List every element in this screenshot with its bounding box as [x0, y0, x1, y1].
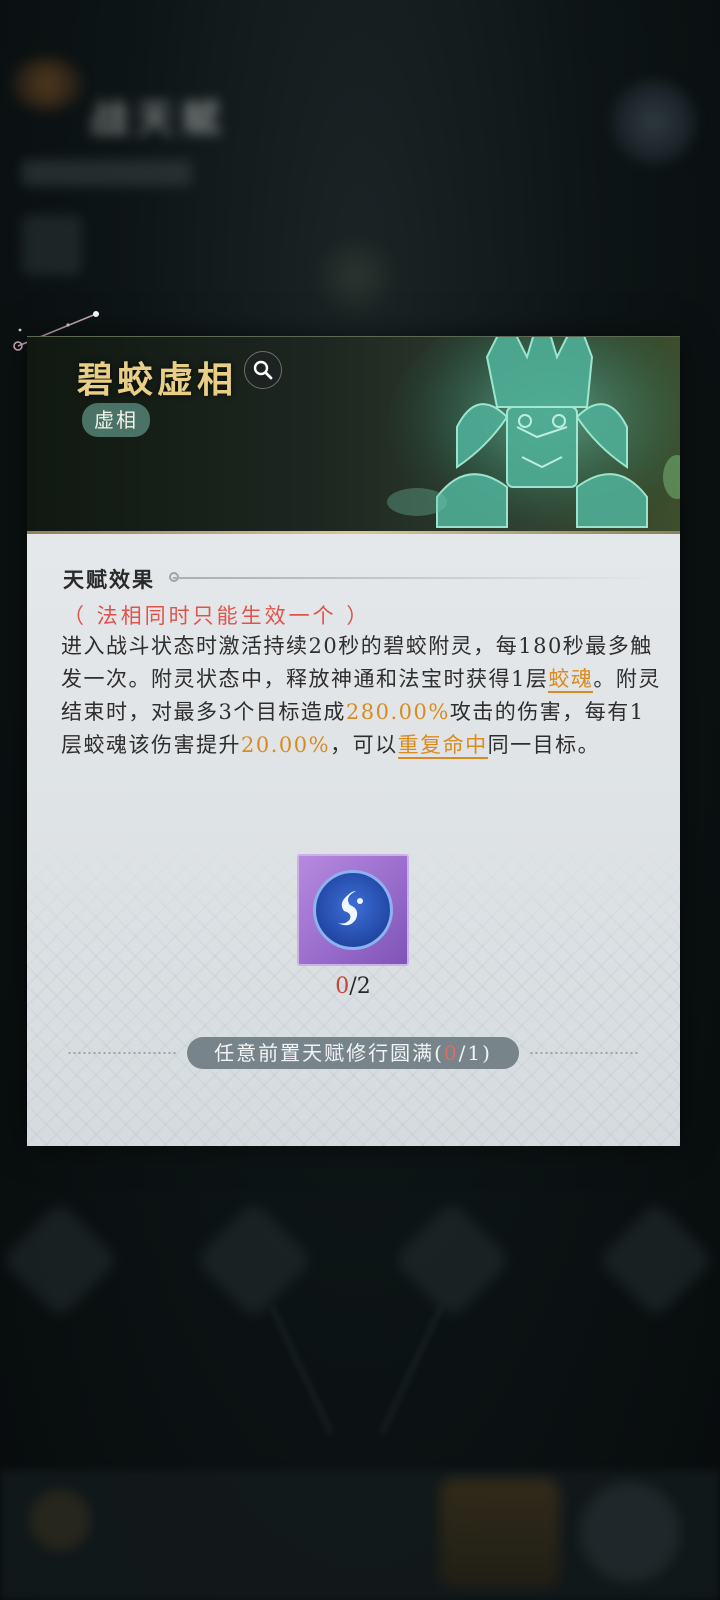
progress-count: 0/2	[297, 974, 409, 999]
jiaohun-link[interactable]: 蛟魂	[548, 667, 594, 693]
blurred-node-icon	[316, 236, 396, 316]
progress-total: /2	[349, 974, 371, 999]
panel-body: 天赋效果 （ 法相同时只能生效一个 ） 进入战斗状态时激活持续20秒的碧蛟附灵，…	[27, 534, 680, 1146]
blurred-bottom-button	[440, 1478, 560, 1588]
search-icon	[253, 360, 273, 380]
search-button[interactable]	[244, 351, 282, 389]
requirement-current: 0	[443, 1041, 459, 1065]
blurred-talent-node	[0, 1200, 120, 1320]
requirement-label: 任意前置天赋修行圆满(	[214, 1041, 444, 1065]
blurred-logo-icon	[12, 58, 82, 110]
talent-description: 进入战斗状态时激活持续20秒的碧蛟附灵，每180秒最多触发一次。附灵状态中，释放…	[61, 630, 661, 762]
effect-note: （ 法相同时只能生效一个 ）	[63, 604, 371, 628]
dragon-statue-illustration	[387, 337, 680, 535]
progress-current: 0	[335, 974, 350, 999]
blurred-page-title: 战天赋	[90, 96, 229, 141]
blurred-talent-node	[194, 1200, 314, 1320]
requirement-dots-right	[529, 1052, 639, 1054]
blurred-avatar-icon	[612, 80, 696, 164]
section-divider	[173, 577, 663, 579]
talent-title: 碧蛟虚相	[77, 359, 238, 401]
desc-text: ，可以	[330, 733, 398, 757]
blurred-connector	[380, 1305, 443, 1435]
blurred-bottom-circle	[580, 1482, 680, 1582]
soul-swirl-icon	[338, 891, 363, 926]
blurred-subtitle	[22, 160, 192, 186]
blurred-talent-node	[596, 1200, 716, 1320]
requirement-dots-left	[67, 1052, 177, 1054]
blurred-small-icon	[22, 215, 82, 275]
talent-type-tag: 虚相	[82, 403, 150, 437]
damage-bonus-value: 20.00%	[241, 733, 331, 757]
blurred-back-icon	[30, 1490, 90, 1550]
blurred-talent-node	[392, 1200, 512, 1320]
desc-text: 同一目标。	[487, 733, 601, 757]
repeat-hit-link[interactable]: 重复命中	[397, 733, 488, 759]
requirement-pill: 任意前置天赋修行圆满(0/1)	[187, 1037, 519, 1069]
panel-header: 碧蛟虚相 虚相	[27, 336, 680, 535]
blurred-connector	[270, 1305, 333, 1435]
talent-item-slot[interactable]	[297, 854, 409, 966]
damage-value: 280.00%	[345, 700, 450, 724]
talent-detail-panel: 碧蛟虚相 虚相 天赋效果 （ 法相同时只能生效一个 ） 进入战斗状态时激活持续2…	[27, 336, 680, 1146]
soul-orb-icon	[313, 870, 393, 950]
requirement-rest: /1)	[458, 1041, 492, 1065]
section-title: 天赋效果	[63, 567, 155, 592]
